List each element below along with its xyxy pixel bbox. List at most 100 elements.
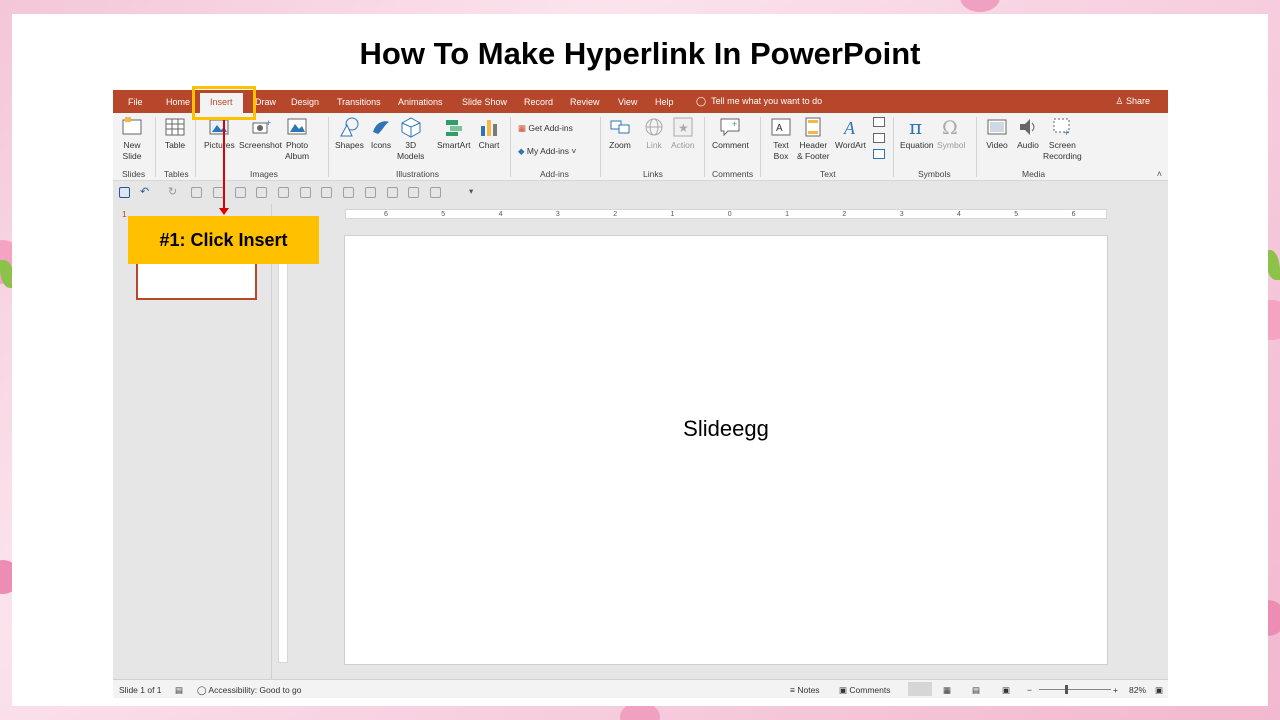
toolbar-icon[interactable] xyxy=(278,187,289,198)
action-button[interactable]: ★ Action xyxy=(671,116,695,151)
tab-draw[interactable]: Draw xyxy=(255,97,276,107)
speaker-audio-icon xyxy=(1020,119,1035,135)
save-icon[interactable] xyxy=(119,187,130,198)
toolbar-icon[interactable] xyxy=(235,187,246,198)
tab-file[interactable]: File xyxy=(128,97,143,107)
ruler-tick-label: 2 xyxy=(613,211,618,218)
toolbar-icon[interactable] xyxy=(300,187,311,198)
tab-home[interactable]: Home xyxy=(166,97,190,107)
screenshot-button[interactable]: + Screenshot xyxy=(239,116,282,151)
icons-button[interactable]: Icons xyxy=(370,116,392,151)
3d-models-button[interactable]: 3D Models xyxy=(397,116,424,162)
smartart-button[interactable]: SmartArt xyxy=(437,116,471,151)
redo-icon[interactable]: ↻ xyxy=(168,185,177,198)
table-button[interactable]: Table xyxy=(164,116,186,151)
zoom-percent[interactable]: 82% xyxy=(1129,685,1146,695)
ruler-tick-label: 1 xyxy=(785,211,789,218)
slide-sorter-icon[interactable]: ▦ xyxy=(943,685,951,696)
zoom-button[interactable]: Zoom xyxy=(609,116,631,151)
tab-design[interactable]: Design xyxy=(291,97,319,107)
tab-help[interactable]: Help xyxy=(655,97,674,107)
normal-view-button[interactable] xyxy=(908,682,932,696)
ruler-tick-label: 0 xyxy=(727,211,732,218)
undo-icon[interactable]: ↶ xyxy=(140,185,149,198)
tab-view[interactable]: View xyxy=(618,97,637,107)
slideshow-view-icon[interactable]: ▣ xyxy=(1002,685,1010,696)
text-box-button[interactable]: A Text Box xyxy=(770,116,792,162)
screen-recording-button[interactable]: + Screen Recording xyxy=(1043,116,1082,162)
group-separator xyxy=(976,117,977,177)
status-bar: Slide 1 of 1 ▤ ◯ Accessibility: Good to … xyxy=(113,679,1168,698)
toolbar-icon[interactable] xyxy=(343,187,354,198)
slide-thumbnails-pane: 1 xyxy=(113,204,272,679)
group-separator xyxy=(893,117,894,177)
omega-symbol-icon: Ω xyxy=(942,117,958,138)
svg-text:π: π xyxy=(909,116,922,138)
toolbar-icon[interactable] xyxy=(387,187,398,198)
fit-to-window-icon[interactable]: ▣ xyxy=(1155,685,1163,696)
reading-view-icon[interactable]: ▤ xyxy=(972,685,980,696)
slide-canvas[interactable]: Slideegg xyxy=(344,235,1108,665)
group-separator xyxy=(510,117,511,177)
comment-button[interactable]: + Comment xyxy=(712,116,749,151)
svg-text:A: A xyxy=(843,118,856,138)
collapse-ribbon-icon[interactable]: ˄ xyxy=(1157,169,1162,179)
symbol-button[interactable]: Ω Symbol xyxy=(937,116,965,151)
wordart-label: WordArt xyxy=(835,140,867,150)
toolbar-icon[interactable] xyxy=(408,187,419,198)
tab-slide-show[interactable]: Slide Show xyxy=(462,97,507,107)
notes-spell-icon[interactable]: ▤ xyxy=(175,685,183,696)
wordart-icon: A xyxy=(843,118,856,138)
object-icon[interactable] xyxy=(873,149,885,159)
accessibility-status[interactable]: ◯ Accessibility: Good to go xyxy=(197,685,302,696)
wordart-button[interactable]: A WordArt xyxy=(835,116,866,151)
screen-recording-icon: + xyxy=(1053,118,1070,138)
slide-text[interactable]: Slideegg xyxy=(345,416,1107,442)
photo-album-button[interactable]: Photo Album xyxy=(285,116,309,162)
comments-button[interactable]: ▣ Comments xyxy=(839,685,891,696)
zoom-out-button[interactable]: − xyxy=(1027,685,1032,695)
tell-me-search[interactable]: ◯ Tell me what you want to do xyxy=(696,96,822,107)
notes-button[interactable]: ≡ Notes xyxy=(790,685,820,695)
group-tables: Tables xyxy=(164,169,189,179)
audio-label: Audio xyxy=(1017,140,1039,150)
header-footer-label: Header xyxy=(799,140,828,150)
zoom-slider-thumb[interactable] xyxy=(1065,685,1068,694)
link-button[interactable]: Link xyxy=(643,116,665,151)
photo-album-label: Photo xyxy=(285,140,309,150)
video-button[interactable]: Video xyxy=(986,116,1008,151)
shapes-button[interactable]: Shapes xyxy=(335,116,364,151)
zoom-in-button[interactable]: + xyxy=(1113,685,1118,695)
screen-recording-label-2: Recording xyxy=(1043,151,1082,161)
toolbar-icon[interactable] xyxy=(365,187,376,198)
slide-thumbnail[interactable] xyxy=(136,262,257,300)
quick-access-toolbar: ↶ ↻ ▾ xyxy=(113,182,1168,204)
header-footer-icon xyxy=(805,117,821,137)
date-time-icon[interactable] xyxy=(873,117,885,127)
toolbar-icon[interactable] xyxy=(430,187,441,198)
spell-check-icon[interactable] xyxy=(191,187,202,198)
customize-toolbar-icon[interactable]: ▾ xyxy=(469,186,473,197)
equation-button[interactable]: π Equation xyxy=(900,116,934,151)
ruler-tick-label: 4 xyxy=(498,211,503,218)
tab-animations[interactable]: Animations xyxy=(398,97,443,107)
my-addins-button[interactable]: ◆ My Add-ins ˅ xyxy=(518,146,576,157)
header-footer-button[interactable]: Header & Footer xyxy=(797,116,830,162)
tab-review[interactable]: Review xyxy=(570,97,600,107)
chart-button[interactable]: Chart xyxy=(478,116,500,151)
svg-text:★: ★ xyxy=(678,121,689,135)
slide-number-icon[interactable] xyxy=(873,133,885,143)
new-slide-button[interactable]: New Slide xyxy=(121,116,143,162)
toolbar-icon[interactable] xyxy=(321,187,332,198)
zoom-slider[interactable] xyxy=(1039,689,1111,690)
tab-transitions[interactable]: Transitions xyxy=(337,97,381,107)
pictures-button[interactable]: Pictures xyxy=(204,116,235,151)
icons-icon xyxy=(373,121,389,134)
toolbar-icon[interactable] xyxy=(256,187,267,198)
audio-button[interactable]: Audio xyxy=(1017,116,1039,151)
get-addins-button[interactable]: ▦ Get Add-ins xyxy=(518,123,573,134)
screenshot-label: Screenshot xyxy=(239,140,282,150)
zoom-icon xyxy=(610,120,630,134)
tab-record[interactable]: Record xyxy=(524,97,553,107)
share-button[interactable]: ♙ Share xyxy=(1115,96,1150,107)
